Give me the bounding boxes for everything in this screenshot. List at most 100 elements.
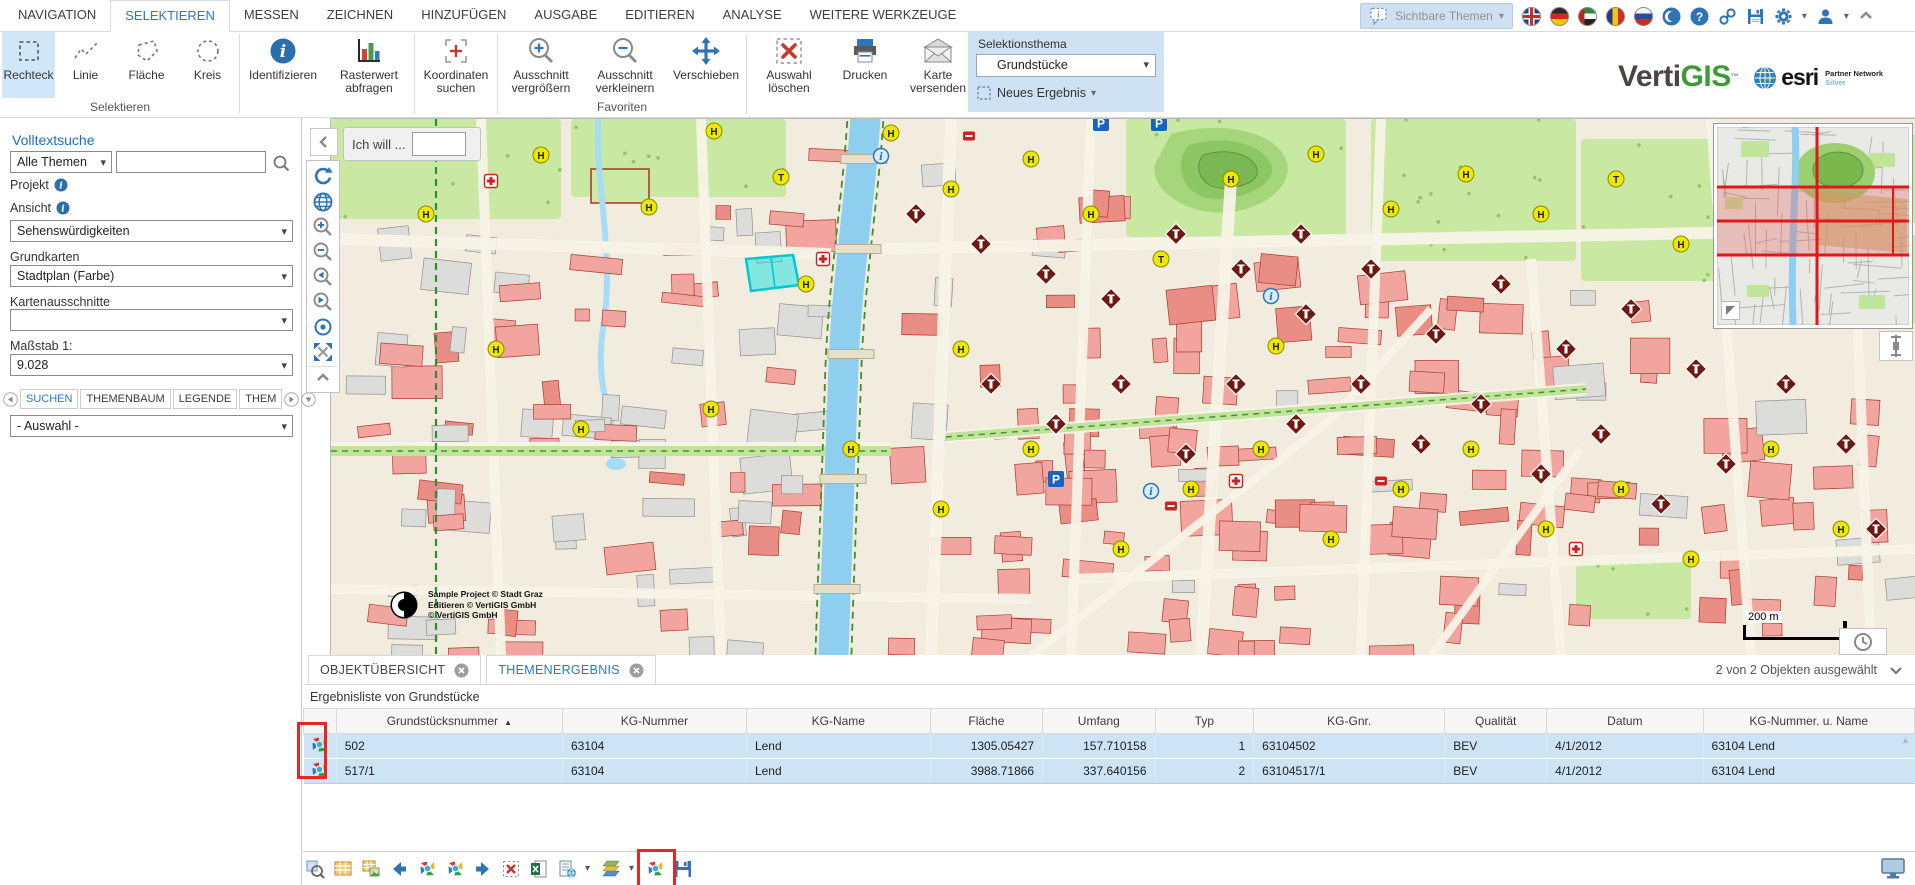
close-icon[interactable] <box>629 663 644 678</box>
tool-auswahl-löschen[interactable]: Auswahl löschen <box>748 32 830 98</box>
next-object-button[interactable] <box>473 859 493 879</box>
tool-kreis[interactable]: Kreis <box>177 32 238 98</box>
help-icon[interactable]: ? <box>1690 7 1709 26</box>
tool-identifizieren[interactable]: iIdentifizieren <box>241 32 325 98</box>
overview-collapse-button[interactable] <box>1721 301 1740 320</box>
show-object-on-map-icon[interactable] <box>304 734 337 759</box>
flag-de-icon[interactable] <box>1550 7 1569 26</box>
tab-themenergebnis[interactable]: THEMENERGEBNIS <box>486 655 656 684</box>
kartenausschnitte-dropdown[interactable] <box>10 309 293 331</box>
refresh-map-button[interactable] <box>309 164 337 189</box>
city-map[interactable]: HHHHTHHHHTHHHHHTHHHHHHHHHHHHHHHHHHHHHHHH… <box>331 119 1915 656</box>
tool-fläche[interactable]: Fläche <box>116 32 177 98</box>
column-header-kg-gnr-[interactable]: KG-Gnr. <box>1254 709 1445 734</box>
overview-map[interactable] <box>1713 123 1913 329</box>
tool-karte-versenden[interactable]: Karte versenden <box>900 32 976 98</box>
display-settings-icon[interactable] <box>1880 857 1906 885</box>
share-link-icon[interactable] <box>1718 7 1737 26</box>
menu-tab-navigation[interactable]: NAVIGATION <box>4 0 110 31</box>
neues-ergebnis-dropdown[interactable]: Neues Ergebnis ▾ <box>976 85 1164 101</box>
column-header-kg-name[interactable]: KG-Name <box>746 709 930 734</box>
grundkarten-dropdown[interactable]: Stadtplan (Farbe) <box>10 265 293 287</box>
report-button[interactable] <box>557 859 577 879</box>
map-history-button[interactable] <box>1839 628 1887 655</box>
next-extent-button[interactable] <box>309 289 337 314</box>
previous-object-button[interactable] <box>389 859 409 879</box>
dropdown-caret-icon[interactable]: ▾ <box>1844 11 1849 22</box>
collapse-header-icon[interactable] <box>1858 8 1874 24</box>
flag-gb-icon[interactable] <box>1522 7 1541 26</box>
selektionsthema-select[interactable]: Grundstücke <box>976 54 1156 77</box>
menu-tab-messen[interactable]: MESSEN <box>230 0 313 31</box>
info-icon[interactable]: i <box>56 201 70 215</box>
column-header-datum[interactable]: Datum <box>1547 709 1703 734</box>
column-header-umfang[interactable]: Umfang <box>1043 709 1155 734</box>
save-session-icon[interactable] <box>1746 7 1765 26</box>
fulltext-search-input[interactable] <box>116 151 266 173</box>
tool-rasterwert-abfragen[interactable]: Rasterwert abfragen <box>325 32 413 98</box>
tool-linie[interactable]: Linie <box>55 32 116 98</box>
center-map-button[interactable] <box>309 314 337 339</box>
tool-verschieben[interactable]: Verschieben <box>667 32 745 98</box>
show-selection-in-map-button[interactable] <box>645 859 665 879</box>
sidebar-tabs-list-icon[interactable] <box>301 392 316 407</box>
menu-tab-ausgabe[interactable]: AUSGABE <box>520 0 611 31</box>
column-header-grundstücksnummer[interactable]: Grundstücksnummer▲ <box>336 709 562 734</box>
collapse-map-toolbar-button[interactable] <box>309 366 337 389</box>
flag-ru-icon[interactable] <box>1634 7 1653 26</box>
sidebar-tab-suchen[interactable]: SUCHEN <box>20 389 78 409</box>
settings-gear-icon[interactable] <box>1774 7 1793 26</box>
result-row-517-1[interactable]: 517/163104Lend3988.71866337.640156263104… <box>304 759 1915 784</box>
excel-export-button[interactable] <box>529 859 549 879</box>
sidebar-tab-themenbaum[interactable]: THEMENBAUM <box>80 389 170 409</box>
menu-tab-hinzufügen[interactable]: HINZUFÜGEN <box>407 0 520 31</box>
menu-tab-zeichnen[interactable]: ZEICHNEN <box>313 0 407 31</box>
chart-button[interactable] <box>601 859 621 879</box>
previous-extent-button[interactable] <box>309 264 337 289</box>
expand-panel-chevron-icon[interactable] <box>1887 661 1905 679</box>
zoom-to-selected-object-button[interactable] <box>305 859 325 879</box>
menu-tab-editieren[interactable]: EDITIEREN <box>611 0 708 31</box>
ansicht-dropdown[interactable]: Sehenswürdigkeiten <box>10 220 293 242</box>
massstab-dropdown[interactable]: 9.028 <box>10 354 293 376</box>
map-view[interactable]: HHHHTHHHHTHHHHHTHHHHHHHHHHHHHHHHHHHHHHHH… <box>330 118 1915 657</box>
search-scope-dropdown[interactable]: Alle Themen <box>10 151 112 173</box>
column-header-kg-nummer-u-name[interactable]: KG-Nummer. u. Name <box>1703 709 1914 734</box>
table-scrollbar-up-arrow[interactable]: ▲ <box>1901 735 1910 745</box>
previous-extent-button[interactable] <box>417 859 437 879</box>
menu-tab-analyse[interactable]: ANALYSE <box>709 0 796 31</box>
table-and-map-button[interactable] <box>361 859 381 879</box>
save-selection-button[interactable] <box>673 859 693 879</box>
zoom-in-button[interactable] <box>309 214 337 239</box>
close-icon[interactable] <box>454 663 469 678</box>
flag-ro-icon[interactable] <box>1606 7 1625 26</box>
column-header-qualität[interactable]: Qualität <box>1445 709 1547 734</box>
sidebar-tab-them[interactable]: THEM <box>239 389 282 409</box>
next-extent-button[interactable] <box>445 859 465 879</box>
language-crescent-icon[interactable] <box>1662 7 1681 26</box>
full-extent-globe-button[interactable] <box>309 189 337 214</box>
dropdown-caret-icon[interactable]: ▾ <box>629 863 637 874</box>
sidebar-collapse-button[interactable] <box>310 128 338 156</box>
tool-ausschnitt-vergrö-ern[interactable]: Ausschnitt vergrößern <box>499 32 583 98</box>
overview-pin-button[interactable] <box>1879 331 1913 361</box>
column-header-fläche[interactable]: Fläche <box>930 709 1042 734</box>
sidebar-tabs-scroll-left-icon[interactable] <box>3 392 18 407</box>
dropdown-caret-icon[interactable]: ▾ <box>585 863 593 874</box>
tab-objektuebersicht[interactable]: OBJEKTÜBERSICHT <box>308 655 481 684</box>
tool-ausschnitt-verkleinern[interactable]: Ausschnitt verkleinern <box>583 32 667 98</box>
remove-from-selection-button[interactable] <box>501 859 521 879</box>
result-row-502[interactable]: 50263104Lend1305.05427157.71015816310450… <box>304 734 1915 759</box>
menu-tab-selektieren[interactable]: SELEKTIEREN <box>110 0 230 32</box>
ich-will-input[interactable] <box>412 132 466 156</box>
column-header-kg-nummer[interactable]: KG-Nummer <box>562 709 746 734</box>
tool-koordinaten-suchen[interactable]: Koordinaten suchen <box>416 32 496 98</box>
tool-drucken[interactable]: Drucken <box>830 32 900 98</box>
expand-extent-button[interactable] <box>309 339 337 364</box>
user-icon[interactable] <box>1816 7 1835 26</box>
column-header-typ[interactable]: Typ <box>1155 709 1254 734</box>
sidebar-tab-legende[interactable]: LEGENDE <box>173 389 238 409</box>
tool-rechteck[interactable]: Rechteck <box>2 32 55 98</box>
sichtbare-themen-button[interactable]: i Sichtbare Themen ▾ <box>1360 3 1513 29</box>
menu-tab-weitere-werkzeuge[interactable]: WEITERE WERKZEUGE <box>796 0 971 31</box>
